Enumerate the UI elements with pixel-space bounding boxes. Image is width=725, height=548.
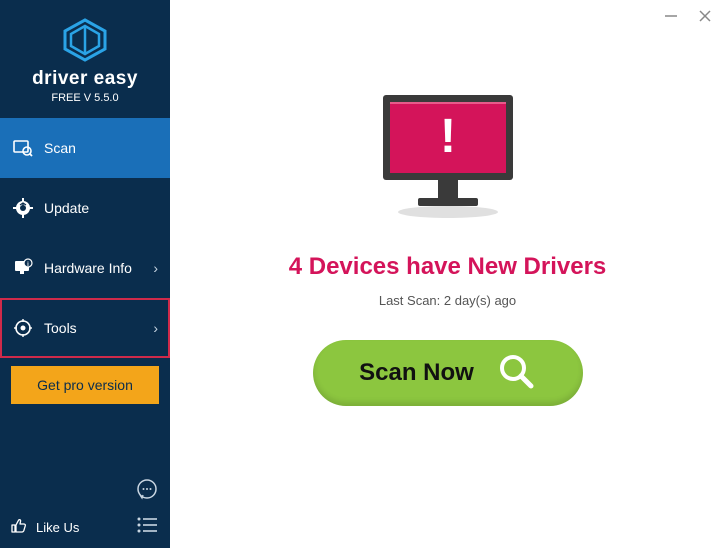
sidebar-item-update[interactable]: Update <box>0 178 170 238</box>
sidebar-item-scan[interactable]: Scan <box>0 118 170 178</box>
sidebar-item-label: Tools <box>44 320 153 336</box>
sidebar-item-tools[interactable]: Tools › <box>0 298 170 358</box>
nav-list: Scan Update i <box>0 118 170 358</box>
thumbs-up-icon <box>10 517 28 538</box>
scan-now-label: Scan Now <box>359 359 474 387</box>
close-button[interactable] <box>697 8 713 24</box>
scan-now-button[interactable]: Scan Now <box>313 340 583 406</box>
feedback-icon[interactable] <box>134 476 160 502</box>
brand-name: driver easy <box>0 68 170 90</box>
sidebar-item-hardware-info[interactable]: i Hardware Info › <box>0 238 170 298</box>
monitor-illustration: ! <box>373 90 523 225</box>
menu-icon[interactable] <box>134 512 160 538</box>
brand-logo-icon <box>61 18 109 62</box>
svg-text:!: ! <box>440 110 456 163</box>
hardware-info-icon: i <box>12 257 34 279</box>
sidebar-item-label: Hardware Info <box>44 260 153 276</box>
sidebar-footer: Like Us <box>0 507 170 548</box>
like-us-button[interactable]: Like Us <box>10 517 79 538</box>
logo-area: driver easy FREE V 5.5.0 <box>0 0 170 118</box>
chevron-right-icon: › <box>153 260 158 276</box>
last-scan-text: Last Scan: 2 day(s) ago <box>379 293 516 308</box>
minimize-button[interactable] <box>663 8 679 24</box>
brand-version: FREE V 5.5.0 <box>0 92 170 104</box>
like-us-label: Like Us <box>36 520 79 535</box>
sidebar-item-label: Scan <box>44 140 158 156</box>
sidebar-item-label: Update <box>44 200 158 216</box>
get-pro-label: Get pro version <box>37 377 133 393</box>
main-area: ! 4 Devices have New Drivers Last Scan: … <box>170 0 725 548</box>
chevron-right-icon: › <box>153 320 158 336</box>
search-icon <box>496 351 536 396</box>
get-pro-button[interactable]: Get pro version <box>11 366 159 404</box>
window-controls <box>663 8 713 24</box>
tools-icon <box>12 317 34 339</box>
scan-icon <box>12 137 34 159</box>
gear-icon <box>12 197 34 219</box>
headline-text: 4 Devices have New Drivers <box>289 253 607 281</box>
content-center: ! 4 Devices have New Drivers Last Scan: … <box>170 0 725 406</box>
sidebar: driver easy FREE V 5.5.0 Scan <box>0 0 170 548</box>
